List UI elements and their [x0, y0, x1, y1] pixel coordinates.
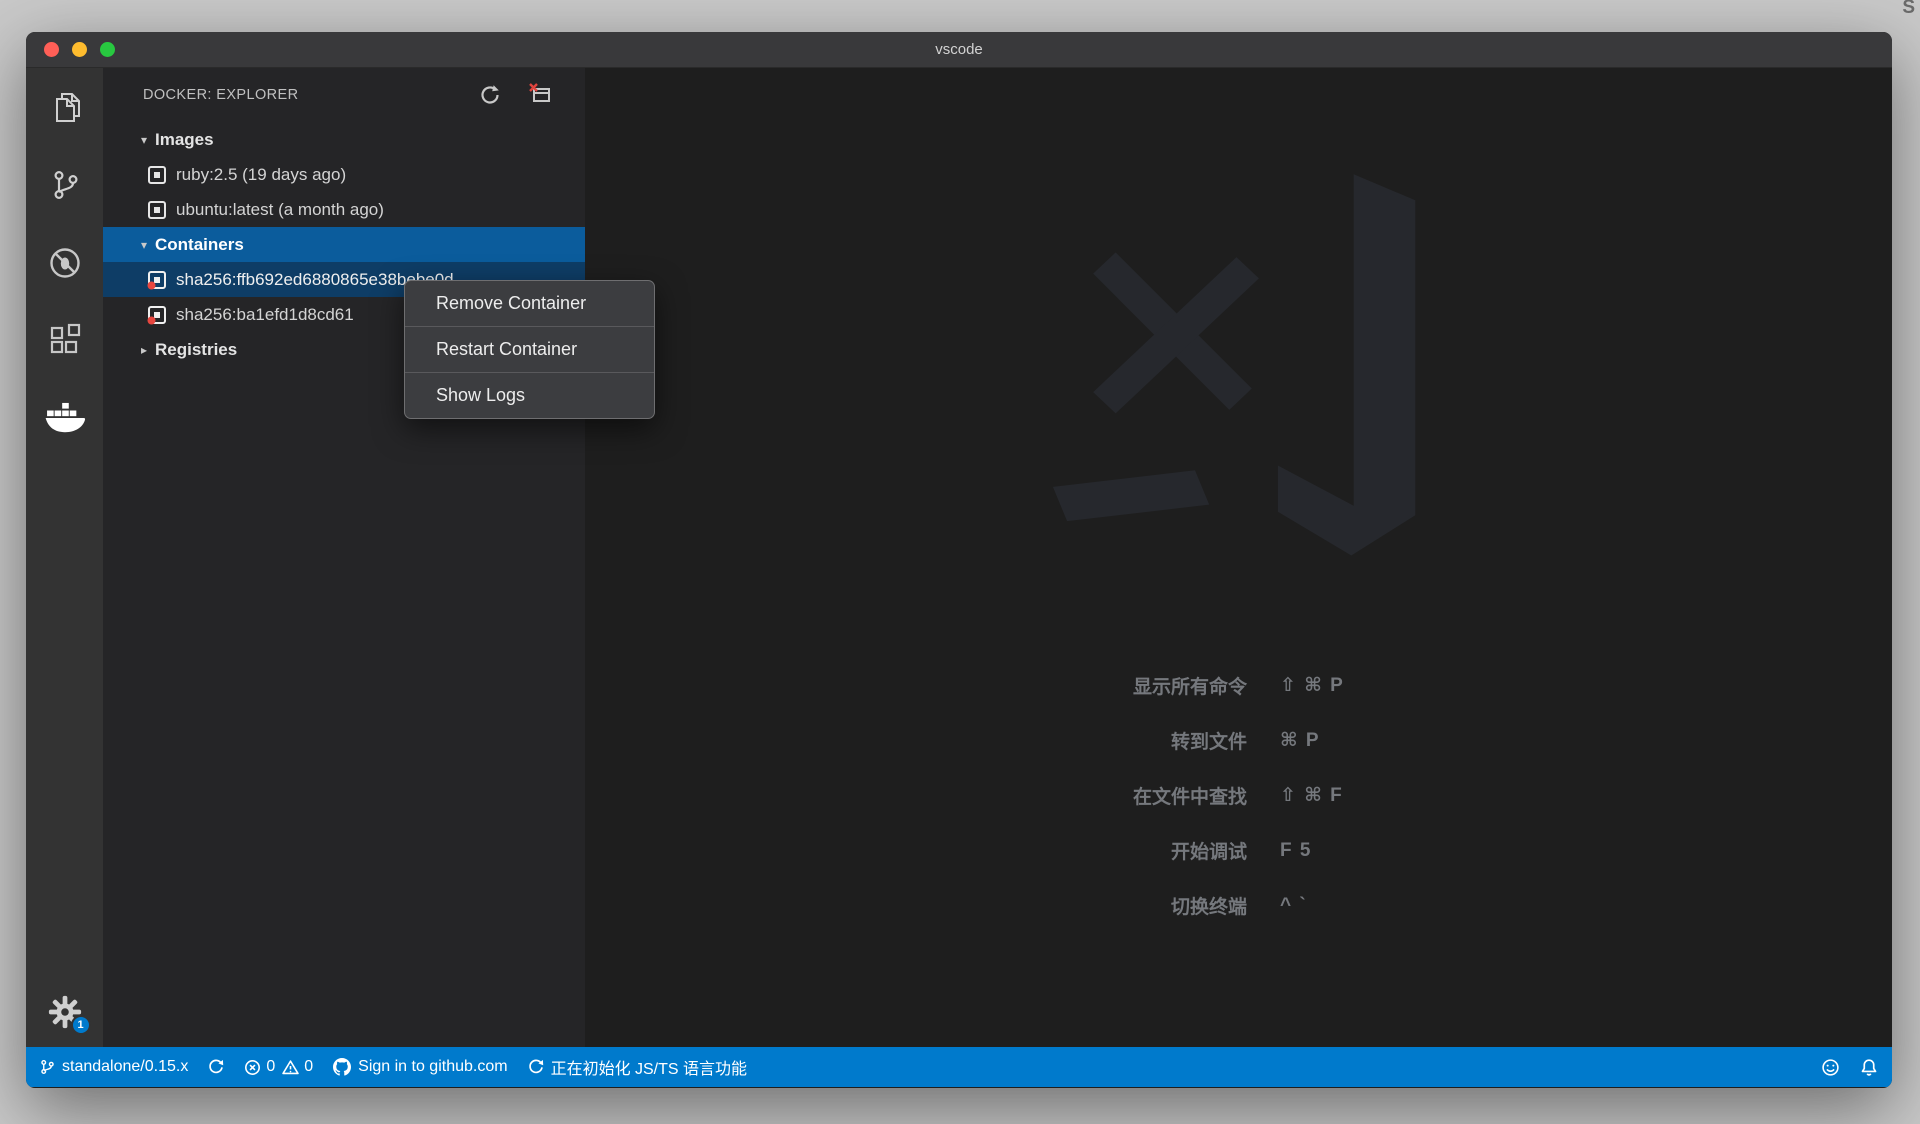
tree-label: sha256:ba1efd1d8cd61	[176, 305, 354, 325]
debug-no-bug-icon	[46, 244, 84, 282]
status-bar-left: standalone/0.15.x	[40, 1055, 1821, 1079]
tree-label: ubuntu:latest (a month ago)	[176, 200, 384, 220]
loading-sync-icon	[528, 1059, 544, 1075]
error-icon	[244, 1059, 261, 1076]
docker-container-icon	[147, 270, 167, 290]
error-count: 0	[266, 1058, 275, 1076]
docker-image-icon	[147, 200, 167, 220]
git-branch-icon	[40, 1059, 55, 1075]
editor-area: 显示所有命令 ⇧ ⌘ P 转到文件 ⌘ P 在文件中查找 ⇧ ⌘ F 开始调试 …	[585, 68, 1892, 1047]
ts-language-status[interactable]: 正在初始化 JS/TS 语言功能	[528, 1055, 747, 1079]
shortcut-keys: ^ `	[1280, 895, 1307, 917]
git-branch-icon	[46, 166, 84, 204]
desktop: S vscode	[0, 0, 1920, 1124]
ts-language-label: 正在初始化 JS/TS 语言功能	[551, 1055, 747, 1079]
smiley-icon	[1821, 1058, 1840, 1077]
chevron-collapsed-icon: ▸	[136, 343, 152, 357]
shortcut-keys: ⇧ ⌘ P	[1280, 674, 1344, 697]
bell-icon	[1860, 1058, 1878, 1077]
tree-item-ubuntu[interactable]: ubuntu:latest (a month ago)	[103, 192, 585, 227]
feedback-button[interactable]	[1821, 1058, 1840, 1077]
tree-section-images[interactable]: ▾ Images	[103, 122, 585, 157]
zoom-button[interactable]	[100, 42, 115, 57]
branch-name: standalone/0.15.x	[62, 1058, 188, 1076]
menu-item-show-logs[interactable]: Show Logs	[405, 373, 654, 418]
desktop-overflow-text: S	[1902, 0, 1915, 19]
shortcut-keys: ⇧ ⌘ F	[1280, 784, 1343, 807]
shortcut-label: 转到文件	[585, 727, 1247, 754]
activity-debug-button[interactable]	[26, 224, 103, 302]
tree-item-ruby[interactable]: ruby:2.5 (19 days ago)	[103, 157, 585, 192]
workbench: 1 DOCKER: EXPLORER	[26, 68, 1892, 1047]
github-signin[interactable]: Sign in to github.com	[333, 1058, 507, 1076]
shortcut-label: 显示所有命令	[585, 672, 1247, 699]
notifications-button[interactable]	[1860, 1058, 1878, 1077]
shortcut-keys: ⌘ P	[1280, 729, 1320, 752]
activity-bar: 1	[26, 68, 103, 1047]
sidebar-header: DOCKER: EXPLORER	[103, 68, 585, 122]
github-signin-label: Sign in to github.com	[358, 1058, 507, 1076]
settings-button[interactable]: 1	[47, 994, 83, 1030]
activity-source-control-button[interactable]	[26, 146, 103, 224]
warning-icon	[282, 1059, 299, 1076]
close-button[interactable]	[44, 42, 59, 57]
shortcut-label: 开始调试	[585, 837, 1247, 864]
activity-extensions-button[interactable]	[26, 302, 103, 380]
docker-image-icon	[147, 165, 167, 185]
title-bar[interactable]: vscode	[26, 32, 1892, 68]
docker-container-icon	[147, 305, 167, 325]
shortcut-row: 切换终端 ^ `	[585, 878, 1892, 933]
shortcut-row: 开始调试 F 5	[585, 823, 1892, 878]
tree-label: Registries	[155, 340, 237, 360]
sidebar-title: DOCKER: EXPLORER	[143, 87, 298, 103]
extensions-icon	[46, 322, 84, 360]
window-title: vscode	[935, 41, 983, 58]
refresh-icon[interactable]	[479, 84, 501, 106]
shortcut-keys: F 5	[1280, 840, 1312, 862]
keyboard-shortcut-hints: 显示所有命令 ⇧ ⌘ P 转到文件 ⌘ P 在文件中查找 ⇧ ⌘ F 开始调试 …	[585, 658, 1892, 933]
github-icon	[333, 1058, 351, 1076]
vscode-window: vscode	[26, 32, 1892, 1088]
status-bar: standalone/0.15.x	[26, 1047, 1892, 1087]
settings-badge: 1	[71, 1015, 91, 1035]
tree-section-containers[interactable]: ▾ Containers	[103, 227, 585, 262]
shortcut-label: 切换终端	[585, 892, 1247, 919]
sync-button[interactable]	[208, 1059, 224, 1075]
docker-whale-icon	[44, 402, 86, 436]
menu-item-remove-container[interactable]: Remove Container	[405, 281, 654, 326]
warning-count: 0	[304, 1058, 313, 1076]
warnings-group: 0	[282, 1058, 313, 1076]
tree-label: Containers	[155, 235, 244, 255]
shortcut-row: 显示所有命令 ⇧ ⌘ P	[585, 658, 1892, 713]
shortcut-label: 在文件中查找	[585, 782, 1247, 809]
files-icon	[46, 88, 84, 126]
chevron-expanded-icon: ▾	[136, 238, 152, 252]
tree-label: ruby:2.5 (19 days ago)	[176, 165, 346, 185]
activity-explorer-button[interactable]	[26, 68, 103, 146]
prune-container-icon[interactable]	[527, 81, 553, 107]
vscode-logo-watermark	[1040, 160, 1530, 610]
problems-status[interactable]: 0 0	[244, 1058, 313, 1076]
minimize-button[interactable]	[72, 42, 87, 57]
sync-icon	[208, 1059, 224, 1075]
shortcut-row: 转到文件 ⌘ P	[585, 713, 1892, 768]
tree-label: Images	[155, 130, 214, 150]
shortcut-row: 在文件中查找 ⇧ ⌘ F	[585, 768, 1892, 823]
chevron-expanded-icon: ▾	[136, 133, 152, 147]
activity-docker-button[interactable]	[26, 380, 103, 458]
status-bar-right	[1821, 1058, 1878, 1077]
branch-status[interactable]: standalone/0.15.x	[40, 1058, 188, 1076]
docker-explorer-panel: DOCKER: EXPLORER	[103, 68, 585, 1047]
settings-area: 1	[26, 994, 103, 1030]
traffic-lights	[44, 32, 115, 67]
errors-group: 0	[244, 1058, 275, 1076]
menu-item-restart-container[interactable]: Restart Container	[405, 327, 654, 372]
context-menu: Remove Container Restart Container Show …	[404, 280, 655, 419]
